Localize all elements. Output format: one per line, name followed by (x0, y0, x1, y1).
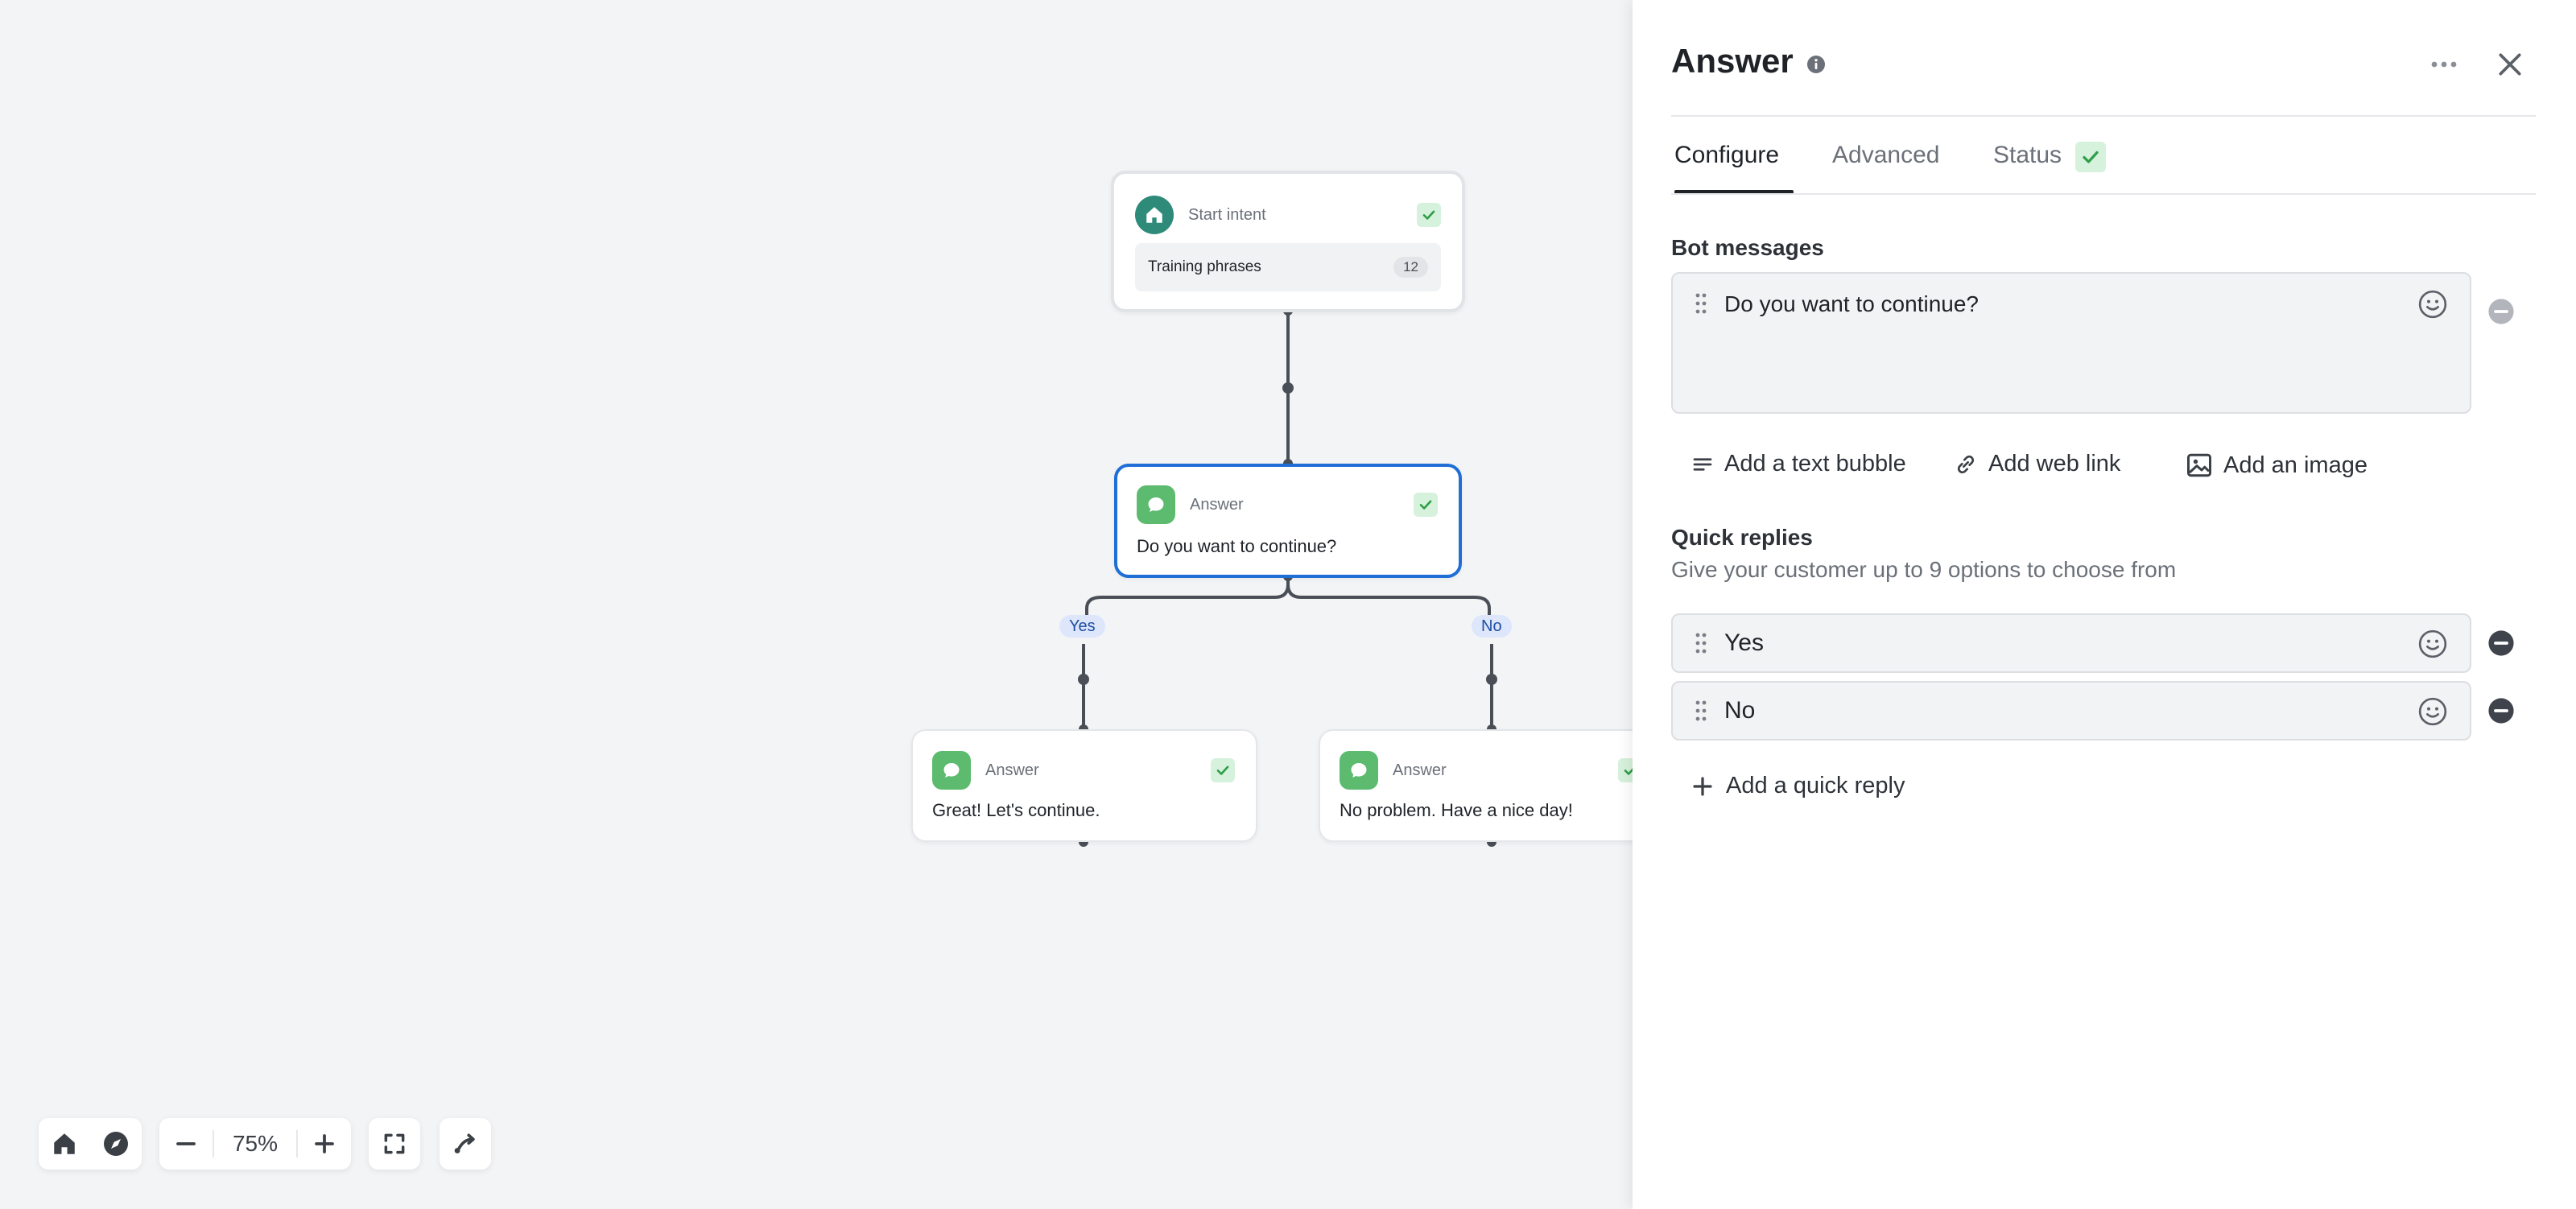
edge-midpoint (1078, 674, 1089, 685)
node-header: Answer (1137, 485, 1438, 525)
zoom-group: 75% (159, 1118, 351, 1170)
emoji-icon[interactable] (2417, 288, 2449, 320)
compass-button[interactable] (90, 1118, 142, 1170)
answer-node-question[interactable]: Answer Do you want to continue? (1114, 464, 1462, 578)
plus-icon (315, 1134, 334, 1153)
emoji-icon[interactable] (2417, 695, 2449, 728)
zoom-level: 75% (213, 1130, 298, 1157)
add-image-label: Add an image (2223, 452, 2368, 478)
quick-reply-text[interactable]: Yes (1724, 629, 1764, 657)
quick-reply-text[interactable]: No (1724, 697, 1755, 724)
bot-message-input[interactable]: Do you want to continue? (1671, 272, 2471, 414)
node-type-label: Answer (1190, 495, 1244, 514)
node-message-text: No problem. Have a nice day! (1340, 800, 1573, 820)
tab-advanced[interactable]: Advanced (1832, 142, 1939, 169)
link-icon (1957, 455, 1975, 473)
chat-bubble-icon (1340, 751, 1378, 790)
node-type-label: Start intent (1188, 205, 1266, 224)
add-web-link-label: Add web link (1988, 451, 2121, 477)
add-quick-reply-button[interactable]: Add a quick reply (1690, 773, 1905, 799)
header-divider (1671, 115, 2536, 117)
home-icon (54, 1133, 75, 1154)
answer-node-no[interactable]: Answer No problem. Have a nice day! (1319, 729, 1665, 842)
branch-label-yes: Yes (1059, 615, 1105, 638)
tabs-divider (1671, 193, 2536, 195)
drag-handle-icon[interactable] (1694, 631, 1708, 655)
node-type-label: Answer (985, 761, 1039, 779)
bot-message-text[interactable]: Do you want to continue? (1724, 291, 1979, 317)
node-header: Answer (932, 750, 1235, 790)
auto-layout-button[interactable] (440, 1118, 491, 1170)
remove-quick-reply-icon[interactable] (2487, 629, 2515, 657)
home-icon (1135, 196, 1174, 234)
plus-icon (1693, 776, 1712, 796)
zoom-in-button[interactable] (298, 1118, 351, 1170)
remove-message-icon[interactable] (2487, 298, 2515, 325)
add-web-link-button[interactable]: Add web link (1953, 451, 2120, 477)
answer-node-yes[interactable]: Answer Great! Let's continue. (911, 729, 1257, 842)
chat-bubble-icon (932, 751, 971, 790)
tab-configure[interactable]: Configure (1674, 142, 1779, 169)
drag-handle-icon[interactable] (1694, 291, 1708, 316)
fit-view-inner (369, 1118, 420, 1170)
add-text-bubble-label: Add a text bubble (1724, 451, 1906, 477)
more-options-icon[interactable] (2428, 50, 2460, 79)
check-icon (1417, 203, 1441, 227)
edge-midpoint (1282, 382, 1294, 394)
bot-messages-label: Bot messages (1671, 235, 1824, 260)
quick-replies-label: Quick replies (1671, 525, 1813, 550)
edge-answer-no (1286, 576, 1491, 618)
emoji-icon[interactable] (2417, 628, 2449, 660)
compass-icon (104, 1132, 128, 1156)
add-image-button[interactable]: Add an image (2185, 451, 2368, 480)
node-message-text: Do you want to continue? (1137, 536, 1337, 556)
check-icon (1211, 758, 1235, 782)
panel-title: Answer (1671, 42, 1794, 80)
quick-reply-input-no[interactable]: No (1671, 681, 2471, 741)
add-text-bubble-button[interactable]: Add a text bubble (1690, 451, 1906, 477)
remove-quick-reply-icon[interactable] (2487, 697, 2515, 724)
image-icon (2187, 453, 2211, 477)
node-header: Start intent (1135, 195, 1441, 235)
chat-bubble-icon (1137, 485, 1175, 524)
auto-layout-inner (440, 1118, 491, 1170)
edge-midpoint (1486, 674, 1497, 685)
text-lines-icon (1693, 457, 1712, 471)
minus-icon (176, 1142, 196, 1145)
home-button[interactable] (39, 1118, 90, 1170)
training-phrases-label: Training phrases (1148, 258, 1261, 275)
training-phrases-row[interactable]: Training phrases 12 (1135, 243, 1441, 291)
navigation-group (39, 1118, 142, 1170)
quick-reply-input-yes[interactable]: Yes (1671, 613, 2471, 673)
close-icon[interactable] (2494, 48, 2526, 80)
edge-answer-yes (1085, 576, 1290, 618)
route-arrow-icon (454, 1133, 475, 1153)
answer-settings-panel: Answer Configure Advanced Status Bot mes… (1633, 0, 2576, 1209)
info-icon[interactable] (1806, 55, 1826, 74)
fit-view-button[interactable] (369, 1118, 420, 1170)
tab-status[interactable]: Status (1993, 142, 2062, 169)
flow-canvas[interactable]: Start intent Training phrases 12 Answer … (0, 0, 1665, 1209)
status-check-badge (2075, 142, 2106, 172)
expand-icon (384, 1133, 405, 1154)
node-message-text: Great! Let's continue. (932, 800, 1100, 820)
node-header: Answer (1340, 750, 1642, 790)
start-intent-node[interactable]: Start intent Training phrases 12 (1111, 171, 1465, 312)
check-icon (2083, 151, 2099, 163)
check-icon (1414, 493, 1438, 517)
add-quick-reply-label: Add a quick reply (1726, 773, 1905, 798)
branch-label-no: No (1472, 615, 1512, 638)
drag-handle-icon[interactable] (1694, 699, 1708, 723)
zoom-out-button[interactable] (159, 1118, 213, 1170)
node-type-label: Answer (1393, 761, 1447, 779)
quick-replies-subtitle: Give your customer up to 9 options to ch… (1671, 557, 2177, 582)
training-phrases-count: 12 (1393, 257, 1428, 278)
